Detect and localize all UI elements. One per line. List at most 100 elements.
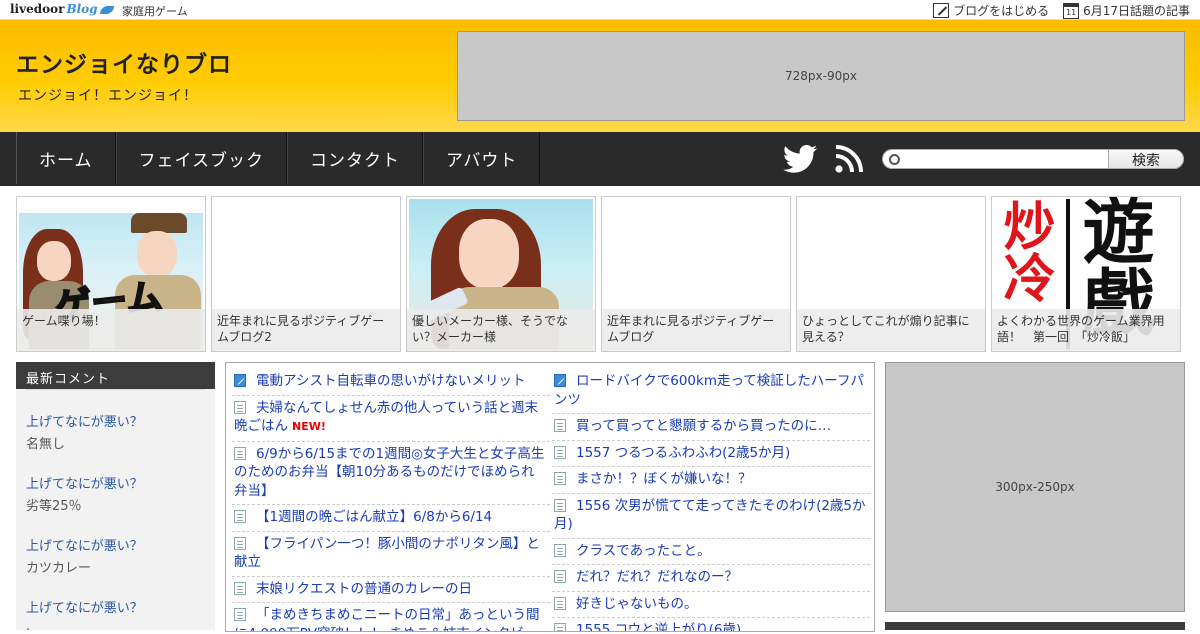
feed-item-title: 1556 次男が慌てて走ってきたそのわけ(2歳5か月) xyxy=(554,497,866,533)
featured-caption: ひょっとしてこれが煽り記事に見える？ xyxy=(797,309,985,351)
side-ad-label: 300px-250px xyxy=(995,480,1075,494)
search-button[interactable]: 検索 xyxy=(1108,149,1184,169)
feed-item-title: ロードバイクで600km走って検証したハーフパンツ xyxy=(554,373,864,408)
comment-item: 上げてなにが悪い？ カツカレー xyxy=(16,535,215,576)
feed-item-title: 【フライパン一つ！豚小間のナポリタン風】と献立 xyxy=(234,535,540,571)
featured-card[interactable]: 優しいメーカー様、そうでない？メーカー様 xyxy=(406,196,596,352)
doc-icon xyxy=(554,543,566,557)
top-right-links: ブログをはじめる 11 6月17日話題の記事 xyxy=(933,2,1190,19)
featured-caption: 優しいメーカー様、そうでない？メーカー様 xyxy=(407,309,595,351)
comment-article-link[interactable]: 上げてなにが悪い？ xyxy=(26,411,205,430)
featured-caption: ゲーム喋り場！ xyxy=(17,309,205,351)
search-input[interactable] xyxy=(903,151,1103,167)
side-ad-banner[interactable]: 300px-250px xyxy=(885,362,1185,612)
feed-item-title: 1557 つるつるふわふわ(2歳5か月) xyxy=(576,444,791,461)
feed-item[interactable]: 1557 つるつるふわふわ(2歳5か月) xyxy=(552,441,870,467)
doc-icon xyxy=(554,419,566,432)
comment-author: 劣等25％ xyxy=(26,499,82,514)
comment-article-link[interactable]: 上げてなにが悪い？ xyxy=(26,473,205,492)
nav-about[interactable]: アバウト xyxy=(423,132,541,184)
feather-icon xyxy=(99,5,114,14)
comment-article-link[interactable]: 上げてなにが悪い？ xyxy=(26,597,205,616)
feed-column-right: ロードバイクで600km走って検証したハーフパンツ買って買ってと懇願するから買っ… xyxy=(552,369,870,632)
doc-icon xyxy=(234,536,246,550)
blog-feed-list: 電動アシスト自転車の思いがけないメリット夫婦なんてしょせん赤の他人っていう話と週… xyxy=(225,362,875,632)
feed-item-title: 買って買ってと懇願するから買ったのに… xyxy=(576,418,832,434)
featured-card[interactable]: 近年まれに見るポジティブゲームブログ xyxy=(601,196,791,352)
search-box: 検索 xyxy=(882,149,1184,169)
feed-item[interactable]: 末娘リクエストの普通のカレーの日 xyxy=(232,577,550,603)
logo-main-text: livedoor xyxy=(10,2,65,16)
topic-articles-label: 6月17日話題の記事 xyxy=(1083,4,1190,18)
doc-icon xyxy=(234,400,246,414)
feed-item[interactable]: まさか！？ぼくが嫌いな！？ xyxy=(552,467,870,494)
site-description: エンジョイ！エンジョイ！ xyxy=(18,88,198,104)
featured-caption: 近年まれに見るポジティブゲームブログ2 xyxy=(212,309,400,351)
top-ad-banner[interactable]: 728px-90px xyxy=(457,31,1185,121)
doc-icon xyxy=(234,608,246,621)
comment-author: カツカレー xyxy=(26,561,92,576)
feed-item[interactable]: クラスであったこと。 xyxy=(552,539,870,565)
feed-item-title: 電動アシスト自転車の思いがけないメリット xyxy=(256,373,526,389)
feed-item-title: クラスであったこと。 xyxy=(576,542,711,559)
site-header: エンジョイなりブロ エンジョイ！エンジョイ！ 728px-90px xyxy=(0,20,1200,132)
rss-icon[interactable] xyxy=(835,145,863,173)
category-link[interactable]: 家庭用ゲーム xyxy=(122,3,188,19)
feed-item[interactable]: 【フライパン一つ！豚小間のナポリタン風】と献立 xyxy=(232,532,550,577)
nav-contact[interactable]: コンタクト xyxy=(287,132,423,184)
doc-icon xyxy=(554,623,566,631)
feed-item-title: 「まめきちまめこニートの日常」あっという間に4,000万PV突破！！！ まめこ＆… xyxy=(234,607,540,631)
right-sidebar-heading xyxy=(885,622,1185,630)
feed-item-title: 好きじゃないもの。 xyxy=(576,595,698,612)
comment-article-link[interactable]: 上げてなにが悪い？ xyxy=(26,535,205,554)
doc-icon xyxy=(554,570,566,583)
feed-item[interactable]: 夫婦なんてしょせん赤の他人っていう話と週末晩ごはん NEW! xyxy=(232,396,550,442)
top-bar: livedoor Blog 家庭用ゲーム ブログをはじめる 11 6月17日話題の… xyxy=(0,0,1200,20)
feed-item[interactable]: 電動アシスト自転車の思いがけないメリット xyxy=(232,369,550,396)
featured-card[interactable]: ひょっとしてこれが煽り記事に見える？ xyxy=(796,196,986,352)
comment-item: 上げてなにが悪い？ . xyxy=(16,597,215,634)
feed-item-title: 【1週間の晩ごはん献立】6/8から6/14 xyxy=(256,509,493,525)
start-blog-link[interactable]: ブログをはじめる xyxy=(933,2,1049,19)
feed-item[interactable]: 6/9から6/15までの1週間◎女子大生と女子高生のためのお弁当【朝10分あるも… xyxy=(232,442,550,505)
calendar-icon: 11 xyxy=(1063,2,1080,19)
feed-item-title: だれ？だれ？だれなのー？ xyxy=(576,569,738,585)
nav-home[interactable]: ホーム xyxy=(16,132,116,184)
feed-item-title: 6/9から6/15までの1週間◎女子大生と女子高生のためのお弁当【朝10分あるも… xyxy=(234,445,545,499)
topic-articles-link[interactable]: 11 6月17日話題の記事 xyxy=(1063,2,1190,19)
new-badge: NEW! xyxy=(292,420,326,433)
feed-item-title: まさか！？ぼくが嫌いな！？ xyxy=(576,471,752,487)
comment-author: . xyxy=(26,619,31,634)
livedoor-blog-logo[interactable]: livedoor Blog xyxy=(10,2,114,16)
site-title[interactable]: エンジョイなりブロ xyxy=(16,45,232,79)
feed-item[interactable]: だれ？だれ？だれなのー？ xyxy=(552,565,870,592)
search-icon xyxy=(889,154,900,165)
featured-caption: 近年まれに見るポジティブゲームブログ xyxy=(602,309,790,351)
pen-icon xyxy=(933,3,950,18)
twitter-icon[interactable] xyxy=(783,145,817,173)
feed-column-left: 電動アシスト自転車の思いがけないメリット夫婦なんてしょせん赤の他人っていう話と週… xyxy=(232,369,550,631)
nav-facebook[interactable]: フェイスブック xyxy=(115,132,287,184)
main-nav: ホーム フェイスブック コンタクト アバウト 検索 xyxy=(0,132,1200,186)
feed-item-title: 末娘リクエストの普通のカレーの日 xyxy=(256,580,472,597)
feed-item-title: 夫婦なんてしょせん赤の他人っていう話と週末晩ごはん xyxy=(234,399,539,435)
comment-author: 名無し xyxy=(26,437,66,452)
feed-item[interactable]: 買って買ってと懇願するから買ったのに… xyxy=(552,414,870,441)
comment-item: 上げてなにが悪い？ 劣等25％ xyxy=(16,473,215,514)
doc-icon xyxy=(234,581,246,595)
featured-caption: よくわかる世界のゲーム業界用語！ 第一回 「炒冷飯」 xyxy=(992,309,1180,351)
feed-item-title: 1555 コウと逆上がり(6歳) xyxy=(576,622,742,632)
featured-card[interactable]: 炒冷 遊戲 よくわかる世界のゲーム業界用語！ 第一回 「炒冷飯」 xyxy=(991,196,1181,352)
logo-sub-text: Blog xyxy=(66,2,98,16)
doc-icon xyxy=(554,472,566,485)
featured-card[interactable]: 近年まれに見るポジティブゲームブログ2 xyxy=(211,196,401,352)
featured-card[interactable]: ゲーム ゲーム喋り場！ xyxy=(16,196,206,352)
feed-item[interactable]: 好きじゃないもの。 xyxy=(552,592,870,618)
feed-item[interactable]: ロードバイクで600km走って検証したハーフパンツ xyxy=(552,369,870,414)
doc-icon xyxy=(554,596,566,610)
blue-pen-icon xyxy=(554,374,566,387)
feed-item[interactable]: 1556 次男が慌てて走ってきたそのわけ(2歳5か月) xyxy=(552,494,870,539)
feed-item[interactable]: 「まめきちまめこニートの日常」あっという間に4,000万PV突破！！！ まめこ＆… xyxy=(232,603,550,631)
comment-item: 上げてなにが悪い？ 名無し xyxy=(16,411,215,452)
feed-item[interactable]: 【1週間の晩ごはん献立】6/8から6/14 xyxy=(232,505,550,532)
